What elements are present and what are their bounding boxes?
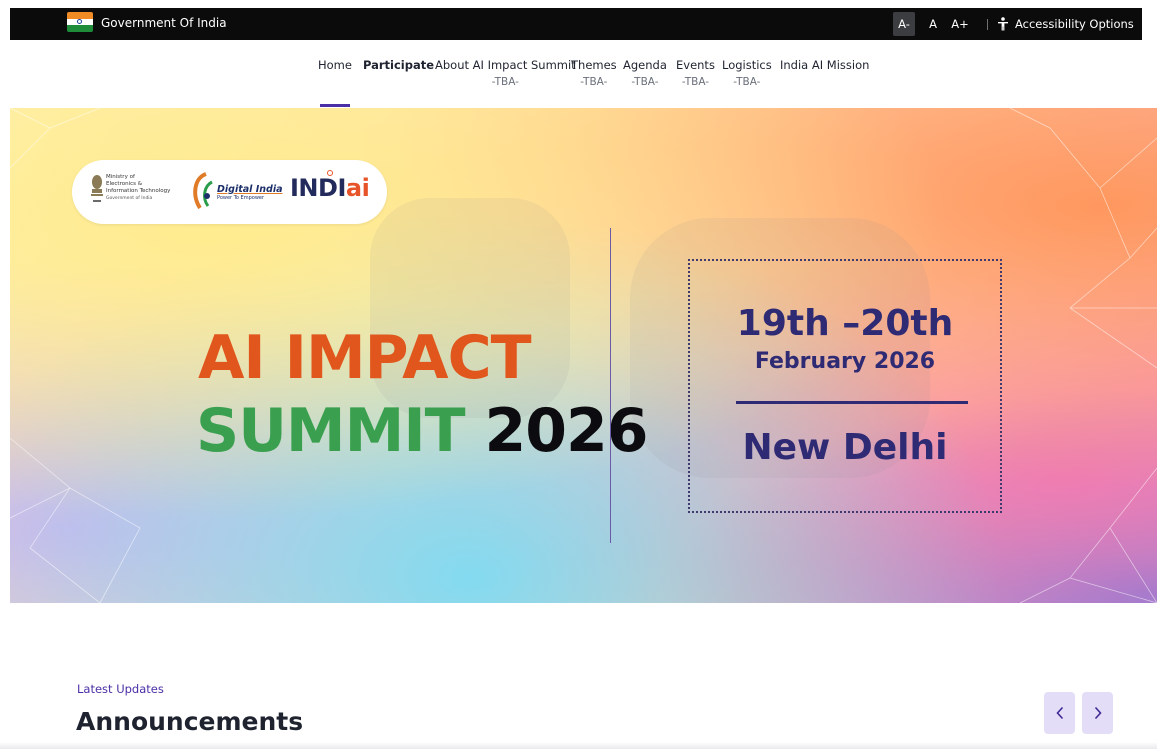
summit-title-year: 2026 bbox=[484, 396, 649, 466]
active-nav-indicator bbox=[320, 104, 350, 107]
font-increase-button[interactable]: A+ bbox=[949, 12, 971, 36]
accessibility-icon bbox=[998, 17, 1008, 31]
government-title: Government Of India bbox=[101, 16, 227, 30]
section-shadow bbox=[0, 742, 1157, 749]
font-normal-button[interactable]: A bbox=[923, 12, 943, 36]
nav-item-label: Logistics bbox=[722, 58, 772, 72]
digital-india-wordmark: Digital India bbox=[217, 184, 283, 195]
nav-item-agenda[interactable]: Agenda -TBA- bbox=[623, 58, 667, 88]
meity-line: Government of India bbox=[106, 196, 153, 201]
nav-item-home[interactable]: Home bbox=[318, 58, 352, 72]
nav-item-about-ai-impact-summit[interactable]: About AI Impact Summit -TBA- bbox=[435, 58, 576, 88]
carousel-prev-button[interactable] bbox=[1044, 692, 1075, 734]
vertical-divider bbox=[610, 228, 611, 543]
nav-item-sub: -TBA- bbox=[681, 76, 710, 88]
section-eyebrow: Latest Updates bbox=[77, 682, 164, 696]
meity-logo: Ministry of Electronics & Information Te… bbox=[106, 174, 176, 202]
divider bbox=[987, 19, 988, 30]
nav-item-sub: -TBA- bbox=[491, 76, 519, 88]
nav-item-themes[interactable]: Themes -TBA- bbox=[571, 58, 617, 88]
national-emblem-icon bbox=[91, 175, 103, 202]
event-month-year: February 2026 bbox=[754, 349, 936, 374]
partner-logos: Ministry of Electronics & Information Te… bbox=[72, 160, 387, 224]
accessibility-options-label: Accessibility Options bbox=[1015, 17, 1134, 31]
indiaai-logo: INDIai bbox=[290, 170, 370, 202]
india-flag-icon bbox=[67, 12, 93, 32]
hero-banner: Ministry of Electronics & Information Te… bbox=[10, 108, 1157, 603]
nav-item-label: Themes bbox=[571, 58, 617, 72]
event-city: New Delhi bbox=[742, 427, 948, 468]
summit-title-word: SUMMIT bbox=[196, 396, 466, 466]
event-date-range: 19th –20th bbox=[736, 303, 954, 344]
summit-title-line2: SUMMIT 2026 bbox=[196, 396, 649, 466]
nav-item-label: About AI Impact Summit bbox=[435, 58, 576, 72]
digital-india-tagline: Power To Empower bbox=[217, 195, 265, 201]
nav-item-participate[interactable]: Participate bbox=[363, 58, 434, 72]
nav-item-logistics[interactable]: Logistics -TBA- bbox=[722, 58, 772, 88]
indiaai-wordmark: INDI bbox=[290, 174, 346, 202]
nav-item-label: India AI Mission bbox=[780, 58, 870, 72]
summit-title-line1: AI IMPACT bbox=[198, 323, 532, 393]
nav-item-sub: -TBA- bbox=[631, 76, 659, 88]
nav-item-events[interactable]: Events -TBA- bbox=[676, 58, 715, 88]
section-title: Announcements bbox=[76, 707, 304, 736]
carousel-next-button[interactable] bbox=[1082, 692, 1113, 734]
nav-item-sub: -TBA- bbox=[733, 76, 761, 88]
indiaai-dot-icon bbox=[327, 170, 333, 176]
government-top-bar: Government Of India A- A A+ Accessibilit… bbox=[10, 8, 1142, 40]
nav-item-sub: -TBA- bbox=[580, 76, 608, 88]
font-decrease-button[interactable]: A- bbox=[893, 12, 915, 36]
accessibility-options-button[interactable]: Accessibility Options bbox=[997, 12, 1134, 36]
digital-india-icon bbox=[193, 172, 213, 210]
chevron-left-icon bbox=[1055, 706, 1063, 720]
nav-item-india-ai-mission[interactable]: India AI Mission bbox=[780, 58, 869, 72]
nav-item-label: Events bbox=[676, 58, 715, 72]
nav-item-label: Agenda bbox=[623, 58, 667, 72]
meity-line: Electronics & bbox=[106, 181, 143, 187]
digital-india-logo: Digital India Power To Empower bbox=[217, 184, 282, 201]
indiaai-wordmark-ai: ai bbox=[345, 174, 370, 202]
event-date-box: 19th –20th February 2026 New Delhi bbox=[688, 259, 1002, 513]
chevron-right-icon bbox=[1094, 706, 1102, 720]
date-divider bbox=[736, 401, 968, 404]
main-navigation: Home Participate About AI Impact Summit … bbox=[0, 40, 1157, 108]
meity-line: Information Technology bbox=[106, 188, 171, 194]
nav-item-label: Participate bbox=[363, 58, 435, 72]
nav-item-label: Home bbox=[318, 58, 352, 72]
meity-line: Ministry of bbox=[106, 174, 135, 180]
